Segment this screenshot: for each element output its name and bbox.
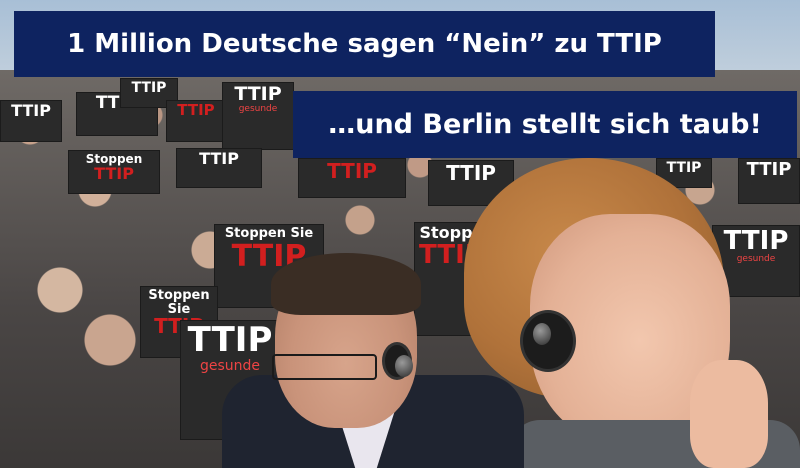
sign-text: TTIP xyxy=(177,101,215,119)
headphone-icon xyxy=(520,310,576,372)
headline-line-2: …und Berlin stellt sich taub! xyxy=(328,109,762,140)
headphone-icon xyxy=(382,342,413,380)
headline-banner-1: 1 Million Deutsche sagen “Nein” zu TTIP xyxy=(14,11,715,77)
sign-text: Stoppen Sie xyxy=(148,288,210,317)
sign-text: TTIP xyxy=(199,149,239,168)
protest-sign: TTIP gesunde xyxy=(222,82,294,150)
sign-text: TTIP xyxy=(746,159,792,180)
protest-sign: TTIP xyxy=(738,158,800,204)
sign-text: TTIP xyxy=(131,80,167,96)
sign-text: TTIP xyxy=(11,101,51,120)
headline-banner-2: …und Berlin stellt sich taub! xyxy=(293,91,797,158)
poster: TTIP TTIP TTIP TTIP TTIP gesunde Stoppen… xyxy=(0,0,800,468)
protest-sign: TTIP xyxy=(0,100,62,142)
sign-subtext: gesunde xyxy=(199,357,261,374)
sign-text: TTIP xyxy=(327,159,377,183)
sign-text: TTIP xyxy=(666,160,702,176)
sign-text: TTIP xyxy=(187,320,273,360)
sign-text: TTIP xyxy=(234,83,282,105)
protest-sign: TTIP xyxy=(166,100,226,142)
headline-line-1: 1 Million Deutsche sagen “Nein” zu TTIP xyxy=(67,29,662,59)
protest-sign: Stoppen TTIP xyxy=(68,150,160,194)
protest-sign: TTIP xyxy=(298,158,406,198)
sign-text: TTIP xyxy=(94,163,134,183)
sign-text: TTIP xyxy=(446,161,496,185)
woman-hand xyxy=(690,360,768,468)
protest-sign: TTIP xyxy=(176,148,262,188)
man-glasses xyxy=(272,354,377,380)
sign-subtext: gesunde xyxy=(736,254,776,265)
sign-subtext: gesunde xyxy=(238,103,278,114)
sign-text: TTIP xyxy=(723,226,789,256)
man-hair xyxy=(271,253,421,315)
